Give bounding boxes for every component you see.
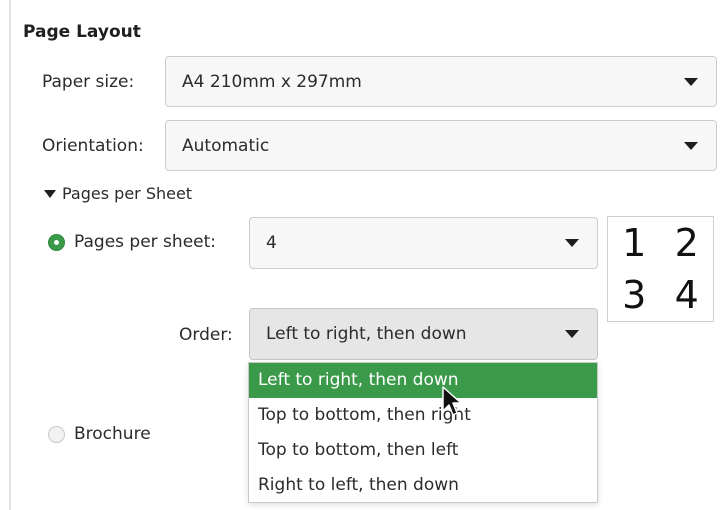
chevron-down-icon [565,239,579,247]
pages-per-sheet-label: Pages per sheet: [74,232,217,252]
order-option[interactable]: Right to left, then down [249,468,597,503]
panel-left-border [9,0,11,510]
brochure-label: Brochure [74,424,151,444]
mouse-cursor-icon [442,386,462,416]
pages-per-sheet-expander[interactable]: Pages per Sheet [44,184,192,203]
orientation-value: Automatic [182,135,270,156]
section-title: Page Layout [23,22,141,42]
paper-size-label: Paper size: [42,72,135,92]
pages-per-sheet-expander-label: Pages per Sheet [62,184,193,203]
preview-cell: 1 [622,221,647,265]
preview-cell: 4 [674,273,699,317]
order-value: Left to right, then down [266,324,467,344]
order-option[interactable]: Left to right, then down [249,363,597,398]
expander-triangle-icon [44,189,56,198]
pages-per-sheet-dropdown[interactable]: 4 [249,217,598,269]
pages-per-sheet-value: 4 [266,233,277,253]
order-option[interactable]: Top to bottom, then right [249,398,597,433]
chevron-down-icon [684,141,698,150]
chevron-down-icon [565,330,579,338]
brochure-radio[interactable] [48,426,65,443]
order-dropdown[interactable]: Left to right, then down [249,308,598,360]
orientation-label: Orientation: [42,136,144,156]
order-options-popup: Left to right, then down Top to bottom, … [248,362,598,503]
preview-cell: 3 [622,273,647,317]
pages-per-sheet-radio[interactable] [48,234,65,251]
order-label: Order: [179,325,233,345]
chevron-down-icon [684,77,698,86]
paper-size-dropdown[interactable]: A4 210mm x 297mm [165,56,717,107]
page-order-preview: 1 2 3 4 [607,216,714,322]
order-option[interactable]: Top to bottom, then left [249,433,597,468]
paper-size-value: A4 210mm x 297mm [182,71,362,92]
preview-cell: 2 [674,221,699,265]
orientation-dropdown[interactable]: Automatic [165,120,717,171]
